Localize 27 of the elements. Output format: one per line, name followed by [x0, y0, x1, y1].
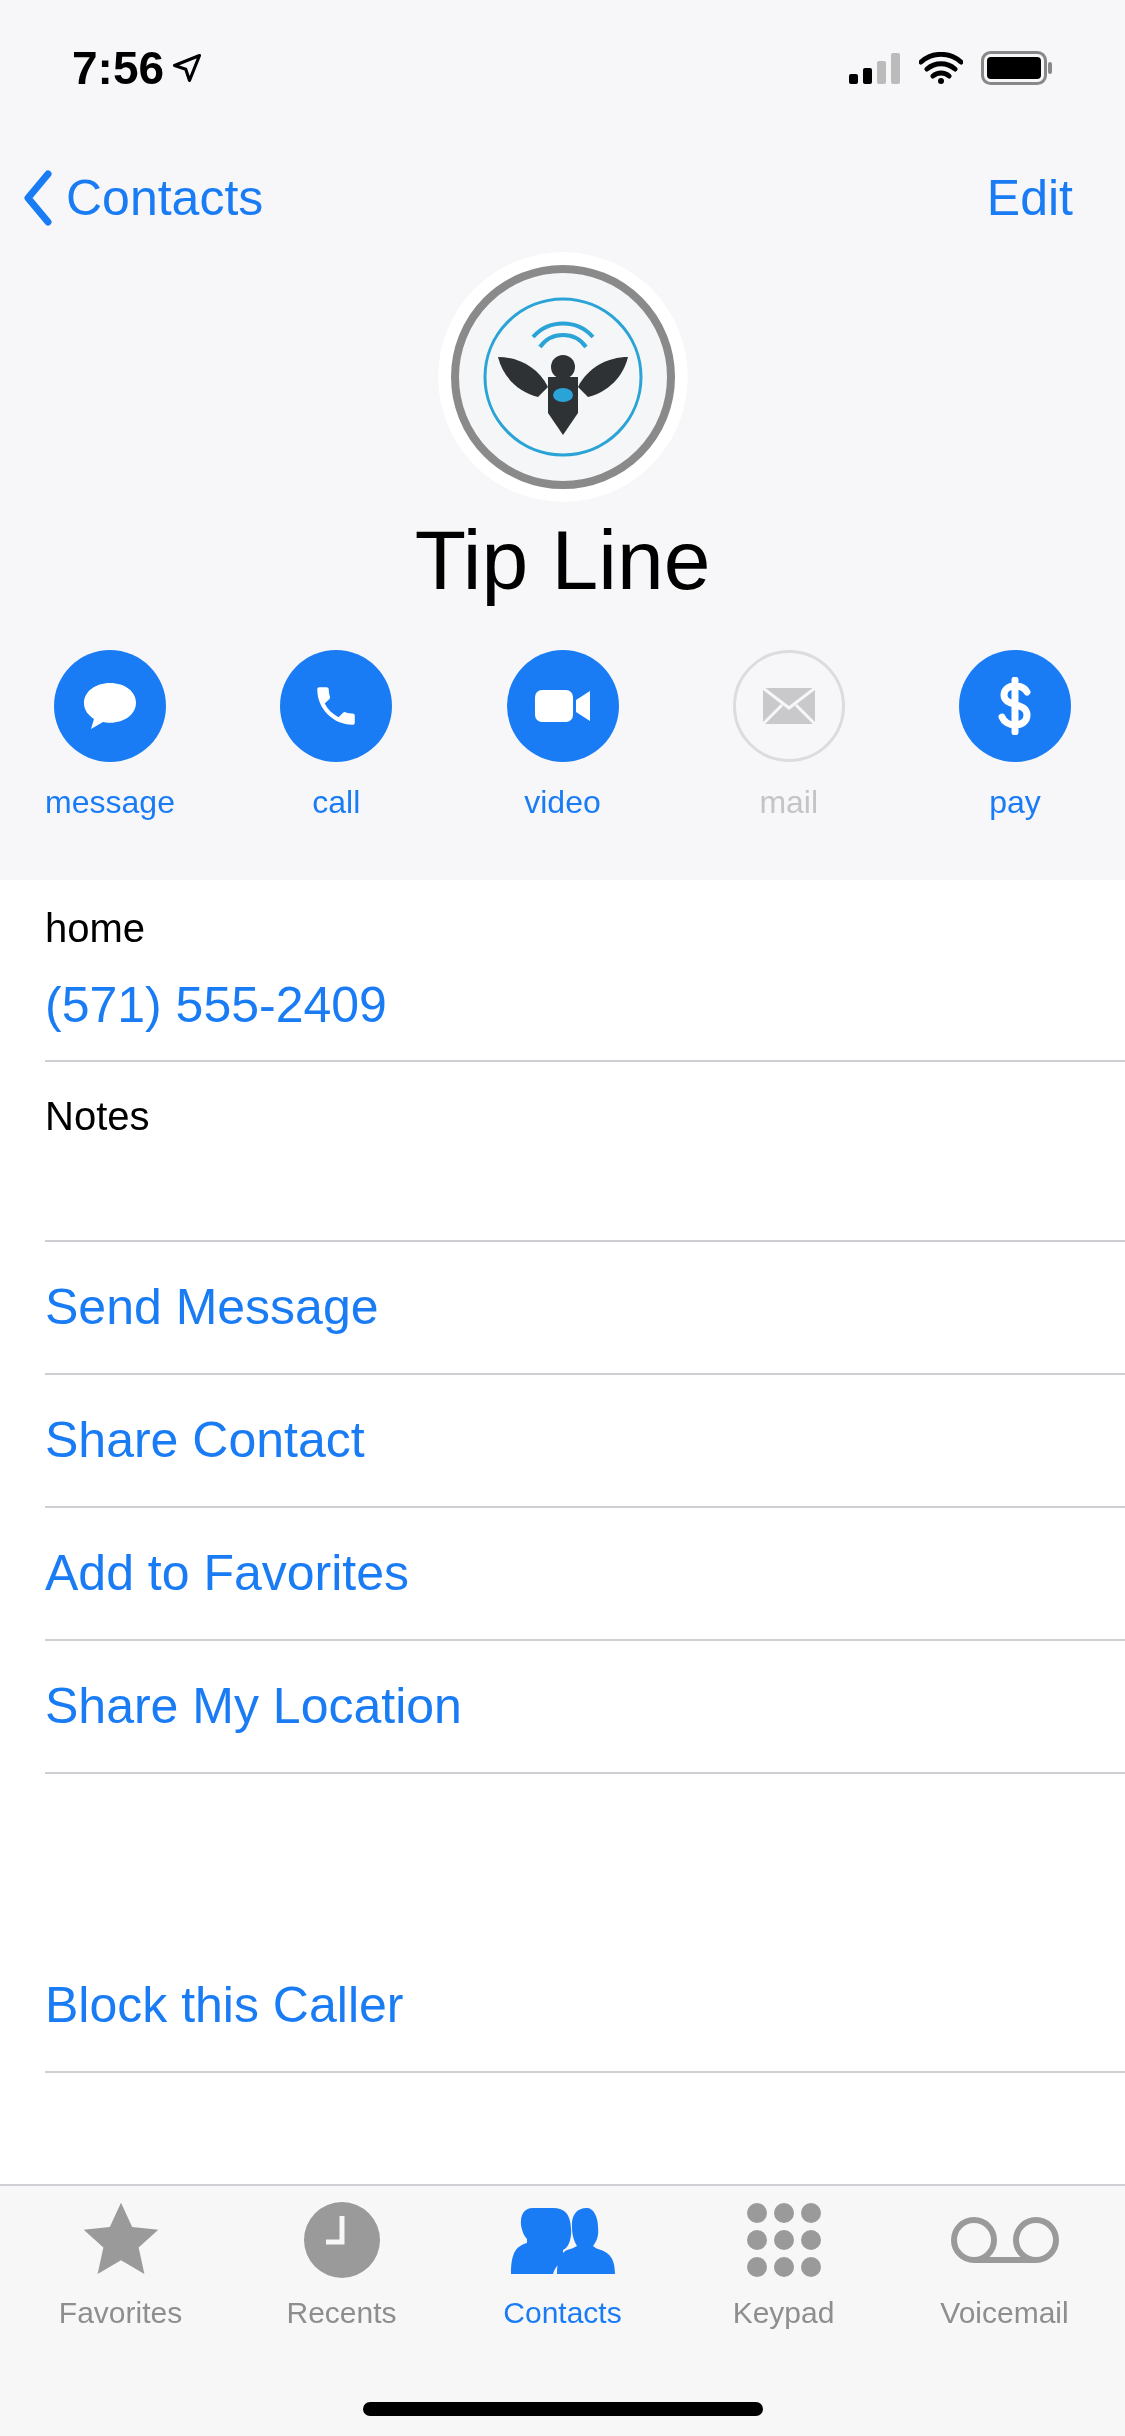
tab-bar-item[interactable]: Keypad	[683, 2200, 884, 2335]
contact-option-link[interactable]: Add to Favorites	[45, 1536, 410, 1611]
tab-bar-item[interactable]: Favorites	[20, 2200, 221, 2335]
voicemail-icon	[948, 2215, 1061, 2265]
location-arrow-icon	[172, 53, 203, 83]
chevron-left-icon	[24, 170, 52, 226]
tab-bar-item[interactable]: Voicemail	[904, 2200, 1105, 2335]
contact-option-link[interactable]: Share My Location	[45, 1669, 462, 1744]
battery-icon	[981, 51, 1053, 85]
back-button[interactable]: Contacts	[24, 160, 264, 236]
status-time: 7:56	[72, 40, 165, 96]
phone-label: home	[45, 904, 147, 952]
contact-option-link[interactable]: Send Message	[45, 1270, 379, 1345]
edit-button[interactable]: Edit	[986, 160, 1073, 236]
contact-option-link[interactable]: Share Contact	[45, 1403, 365, 1478]
notes-label: Notes	[45, 1094, 150, 1138]
speech-bubble-icon	[82, 681, 138, 731]
envelope-icon	[761, 687, 816, 725]
clock-icon	[303, 2202, 380, 2278]
signal-icon	[849, 52, 901, 84]
block-caller-link[interactable]: Block this Caller	[45, 1968, 404, 2043]
keypad-icon	[746, 2203, 821, 2277]
two-people-icon	[510, 2206, 615, 2274]
tab-bar-item[interactable]: Contacts	[462, 2200, 663, 2335]
phone-number-link[interactable]: (571) 555-2409	[45, 967, 1125, 1043]
tab-bar-item[interactable]: Recents	[241, 2200, 442, 2335]
wifi-icon	[919, 52, 963, 84]
